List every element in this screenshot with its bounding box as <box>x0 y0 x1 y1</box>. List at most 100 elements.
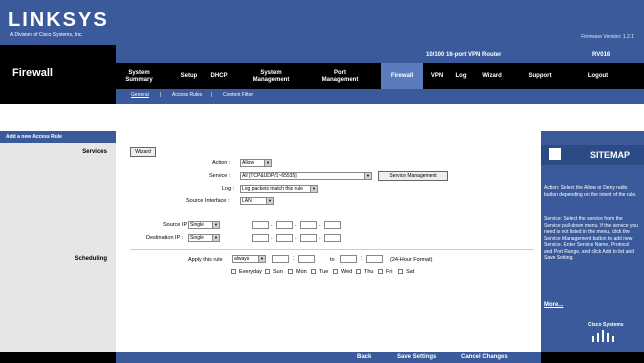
nav-dhcp[interactable]: DHCP <box>206 73 232 80</box>
tue-checkbox[interactable] <box>311 269 316 274</box>
service-label: Service : <box>209 173 231 179</box>
source-ip-octet-3[interactable] <box>300 221 317 229</box>
nav-port-management[interactable]: Port Management <box>318 70 362 84</box>
end-minute-input[interactable] <box>366 255 383 263</box>
everyday-checkbox[interactable] <box>231 269 236 274</box>
tab-access-rules[interactable]: Access Rules <box>172 92 202 98</box>
sitemap-icon <box>549 148 561 160</box>
ip-dot: . <box>319 235 321 241</box>
sitemap-link[interactable]: SITEMAP <box>590 150 630 160</box>
product-bar <box>116 45 644 63</box>
wed-label: Wed <box>341 269 353 275</box>
hour-format-label: (24-Hour Format) <box>390 257 433 263</box>
thu-checkbox[interactable] <box>356 269 361 274</box>
end-hour-input[interactable] <box>340 255 357 263</box>
chevron-down-icon: ▼ <box>212 235 219 241</box>
source-ip-octet-1[interactable] <box>252 221 269 229</box>
action-value: Allow <box>242 160 254 166</box>
service-management-button[interactable]: Service Management <box>378 171 448 181</box>
source-ip-octet-2[interactable] <box>276 221 293 229</box>
apply-rule-select[interactable]: always ▼ <box>232 255 266 263</box>
tab-content-filter[interactable]: Content Filter <box>223 92 253 98</box>
log-label: Log : <box>222 186 235 192</box>
tab-divider: | <box>160 92 162 98</box>
nav-support[interactable]: Support <box>524 73 556 80</box>
nav-system-summary[interactable]: System Summary <box>122 70 156 84</box>
linksys-logo: LINKSYS <box>8 9 109 31</box>
ip-dot: . <box>295 222 297 228</box>
sun-label: Sun <box>273 269 283 275</box>
mon-label: Mon <box>296 269 307 275</box>
destination-ip-octet-4[interactable] <box>324 234 341 242</box>
page-title: Firewall <box>12 67 53 79</box>
everyday-label: Everyday <box>239 269 262 275</box>
action-select[interactable]: Allow ▼ <box>240 159 272 167</box>
mon-checkbox[interactable] <box>288 269 293 274</box>
start-hour-input[interactable] <box>272 255 289 263</box>
tue-label: Tue <box>319 269 329 275</box>
nav-logout[interactable]: Logout <box>582 73 614 80</box>
service-value: All [TCP&UDP/1~65535] <box>242 173 297 179</box>
ip-dot: . <box>271 222 273 228</box>
destination-ip-select[interactable]: Single ▼ <box>188 234 220 242</box>
source-ip-value: Single <box>190 222 204 228</box>
left-header-text: Add a new Access Rule <box>6 134 62 140</box>
source-ip-select[interactable]: Single ▼ <box>188 221 220 229</box>
firmware-version: Firmware Version: 1.2.1 <box>581 34 634 40</box>
sat-checkbox[interactable] <box>398 269 403 274</box>
apply-rule-value: always <box>234 256 250 262</box>
destination-ip-value: Single <box>190 235 204 241</box>
spacer <box>0 104 644 131</box>
destination-ip-octet-3[interactable] <box>300 234 317 242</box>
apply-rule-label: Apply this rule <box>188 257 223 263</box>
footer-left <box>0 352 116 363</box>
nav-setup[interactable]: Setup <box>176 73 202 80</box>
service-select[interactable]: All [TCP&UDP/1~65535] ▼ <box>240 172 372 180</box>
services-label: Services <box>82 149 107 155</box>
nav-log[interactable]: Log <box>452 73 470 80</box>
source-interface-label: Source Interface : <box>186 198 230 204</box>
time-colon: : <box>361 256 363 262</box>
source-ip-label: Source IP : <box>163 222 191 228</box>
nav-vpn[interactable]: VPN <box>428 73 446 80</box>
cancel-changes-button[interactable]: Cancel Changes <box>461 354 508 360</box>
nav-wizard[interactable]: Wizard <box>476 73 508 80</box>
more-link[interactable]: More... <box>544 302 563 308</box>
back-button[interactable]: Back <box>357 354 371 360</box>
time-colon: : <box>293 256 295 262</box>
help-service-text: Service: Select the service from the Ser… <box>544 216 638 261</box>
chevron-down-icon: ▼ <box>364 173 371 179</box>
fri-checkbox[interactable] <box>378 269 383 274</box>
nav-system-management[interactable]: System Management <box>248 70 294 84</box>
chevron-down-icon: ▼ <box>310 186 317 192</box>
chevron-down-icon: ▼ <box>258 256 265 262</box>
model-name: RV016 <box>592 52 611 58</box>
ip-dot: . <box>271 235 273 241</box>
wed-checkbox[interactable] <box>333 269 338 274</box>
source-interface-value: LAN <box>242 198 252 204</box>
log-select[interactable]: Log packets match this rule ▼ <box>240 185 318 193</box>
product-name: 10/100 16-port VPN Router <box>426 52 502 58</box>
action-label: Action : <box>212 160 231 166</box>
source-interface-select[interactable]: LAN ▼ <box>240 197 274 205</box>
log-value: Log packets match this rule <box>242 186 303 192</box>
source-ip-octet-4[interactable] <box>324 221 341 229</box>
nav-firewall[interactable]: Firewall <box>383 73 421 80</box>
destination-ip-octet-1[interactable] <box>252 234 269 242</box>
logo-subtitle: A Division of Cisco Systems, Inc. <box>10 32 83 38</box>
thu-label: Thu <box>364 269 374 275</box>
ip-dot: . <box>295 235 297 241</box>
cisco-bridge-icon <box>592 330 614 342</box>
destination-ip-label: Destination IP : <box>146 235 184 241</box>
destination-ip-octet-2[interactable] <box>276 234 293 242</box>
sun-checkbox[interactable] <box>265 269 270 274</box>
fri-label: Fri <box>386 269 393 275</box>
section-divider <box>130 249 534 250</box>
wizard-button[interactable]: Wizard <box>130 147 156 157</box>
start-minute-input[interactable] <box>298 255 315 263</box>
to-label: to <box>330 257 335 263</box>
cisco-logo: Cisco Systems <box>588 322 624 328</box>
tab-general[interactable]: General <box>131 92 149 98</box>
save-settings-button[interactable]: Save Settings <box>397 354 436 360</box>
tab-divider: | <box>211 92 213 98</box>
